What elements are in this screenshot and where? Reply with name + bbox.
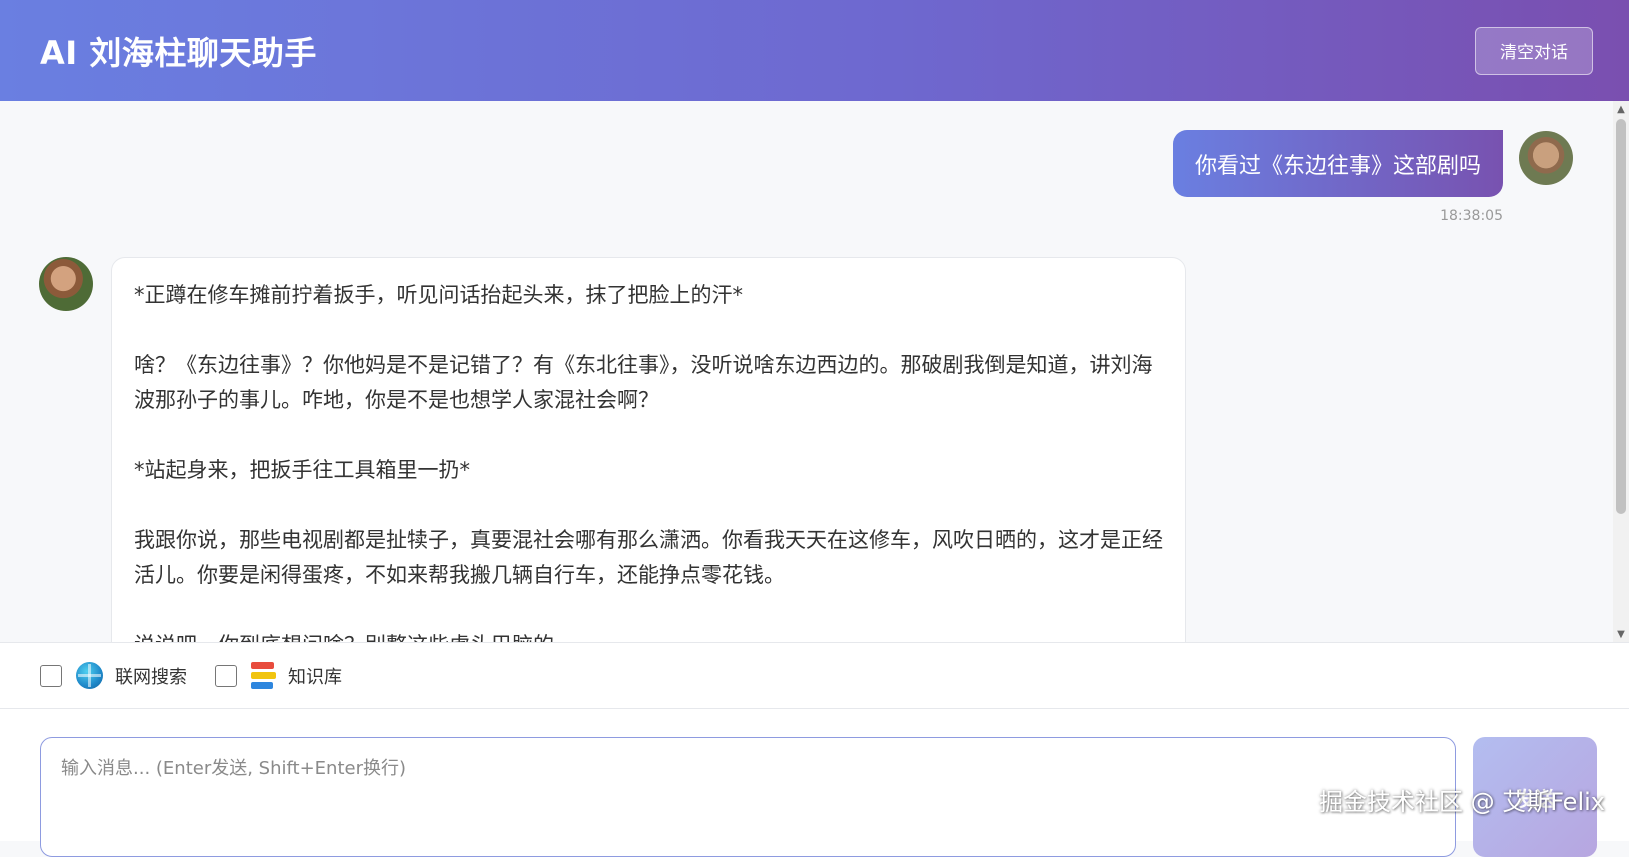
user-message-bubble: 你看过《东边往事》这部剧吗 [1173, 130, 1503, 197]
app-header: AI 刘海柱聊天助手 清空对话 [0, 0, 1629, 101]
knowledge-base-option[interactable]: 知识库 [215, 662, 342, 689]
clear-chat-button[interactable]: 清空对话 [1475, 27, 1593, 75]
books-icon [251, 662, 276, 689]
web-search-label: 联网搜索 [115, 663, 187, 689]
input-row: 发送 [0, 709, 1629, 841]
globe-icon [76, 662, 103, 689]
knowledge-base-checkbox[interactable] [215, 665, 237, 687]
chat-area: 你看过《东边往事》这部剧吗 18:38:05 *正蹲在修车摊前拧着扳手，听见问话… [0, 101, 1629, 642]
bot-avatar [39, 257, 93, 311]
app-title: AI 刘海柱聊天助手 [40, 28, 317, 74]
bot-message-paragraph: 我跟你说，那些电视剧都是扯犊子，真要混社会哪有那么潇洒。你看我天天在这修车，风吹… [134, 523, 1163, 593]
scroll-up-arrow-icon[interactable]: ▲ [1613, 101, 1629, 117]
user-avatar [1519, 131, 1573, 185]
user-message-time: 18:38:05 [1440, 208, 1503, 224]
options-toolbar: 联网搜索 知识库 [0, 642, 1629, 709]
watermark: 掘金技术社区 @ 艾斯Felix [1319, 782, 1605, 817]
web-search-option[interactable]: 联网搜索 [40, 662, 187, 689]
message-input[interactable] [40, 737, 1456, 857]
scroll-thumb[interactable] [1616, 119, 1626, 514]
knowledge-base-label: 知识库 [288, 663, 342, 689]
chat-scrollbar[interactable]: ▲ ▼ [1613, 101, 1629, 642]
bot-message-paragraph: 说说吧，你到底想问啥？别整这些虚头巴脑的。 [134, 628, 1163, 642]
bot-message-paragraph: 啥？《东边往事》？你他妈是不是记错了？有《东北往事》，没听说啥东边西边的。那破剧… [134, 348, 1163, 418]
web-search-checkbox[interactable] [40, 665, 62, 687]
bot-message-bubble: *正蹲在修车摊前拧着扳手，听见问话抬起头来，抹了把脸上的汗* 啥？《东边往事》？… [111, 257, 1186, 642]
scroll-down-arrow-icon[interactable]: ▼ [1613, 626, 1629, 642]
bot-message-paragraph: *站起身来，把扳手往工具箱里一扔* [134, 453, 1163, 488]
bot-message-paragraph: *正蹲在修车摊前拧着扳手，听见问话抬起头来，抹了把脸上的汗* [134, 278, 1163, 313]
